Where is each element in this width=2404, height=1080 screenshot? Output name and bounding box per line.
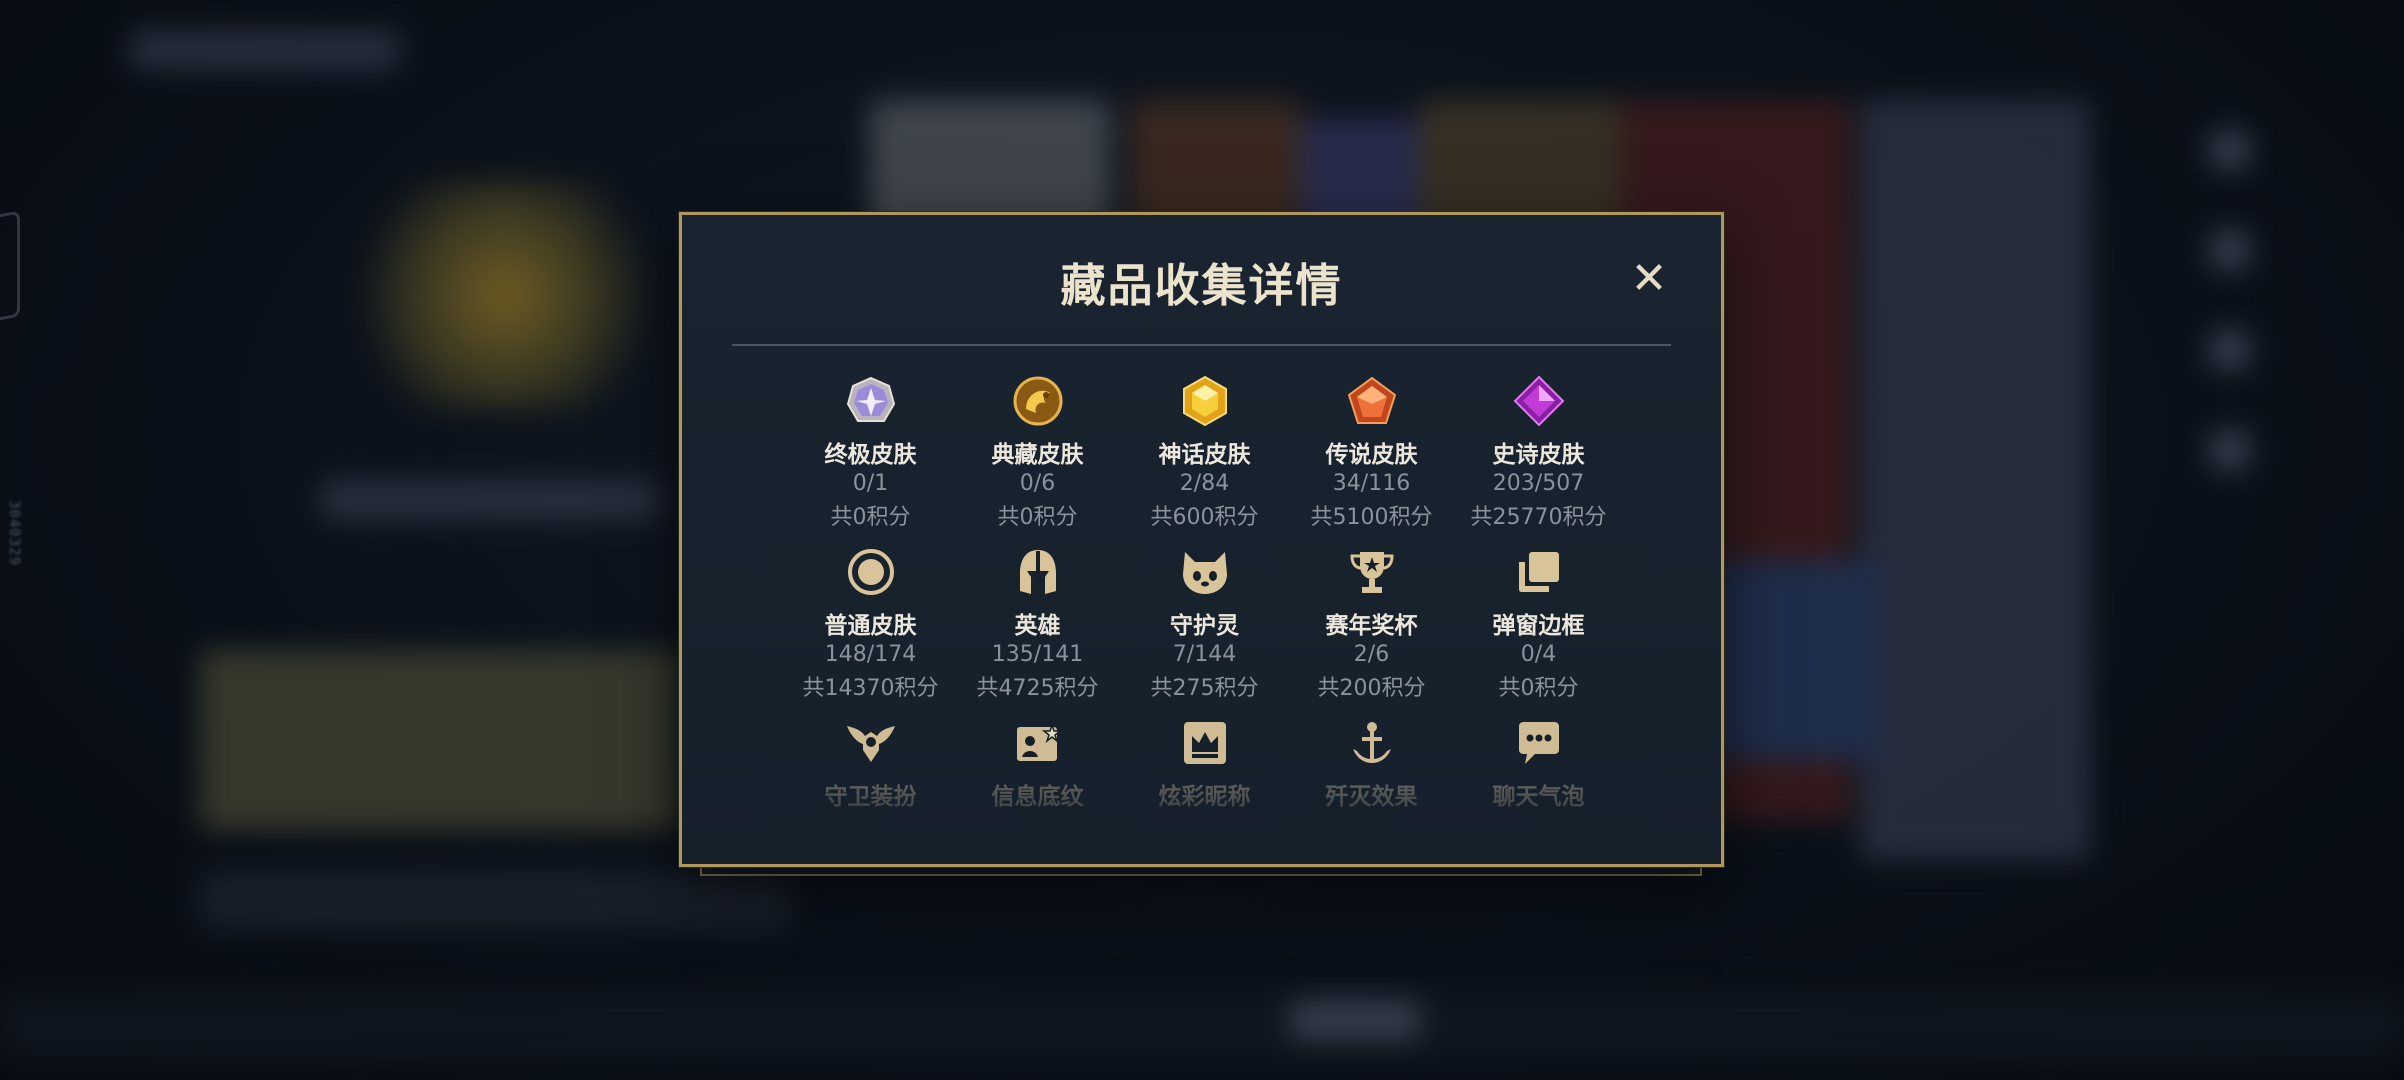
kill-effect-icon xyxy=(1344,715,1400,771)
item-label: 赛年奖杯 xyxy=(1325,613,1418,639)
collection-item[interactable]: 传说皮肤 34/116 共5100积分 xyxy=(1288,373,1455,531)
normal-skin-icon xyxy=(843,544,899,600)
nickname-crown-icon xyxy=(1177,715,1233,771)
item-count: 203/507 xyxy=(1492,471,1585,496)
item-label: 聊天气泡 xyxy=(1492,784,1585,810)
item-points: 共14370积分 xyxy=(802,676,939,701)
item-label: 弹窗边框 xyxy=(1492,613,1585,639)
item-count: 7/144 xyxy=(1172,642,1237,667)
collection-row: 普通皮肤 148/174 共14370积分 英雄 135/141 共4725积分 xyxy=(787,544,1622,702)
chat-bubble-icon xyxy=(1511,715,1567,771)
classic-skin-icon xyxy=(1010,373,1066,429)
left-edge-hex-tab xyxy=(0,210,20,326)
collection-grid: 终极皮肤 0/1 共0积分 典藏皮肤 0/6 共0积分 神话皮肤 2/84 共6… xyxy=(787,373,1622,824)
item-count: 0/6 xyxy=(1019,471,1056,496)
item-points: 共200积分 xyxy=(1317,676,1426,701)
collection-item[interactable]: 聊天气泡 xyxy=(1455,715,1622,811)
info-pattern-icon xyxy=(1010,715,1066,771)
collection-item[interactable]: 炫彩昵称 xyxy=(1121,715,1288,811)
side-id-text: 3040329 xyxy=(6,500,22,567)
modal-base-plate xyxy=(700,866,1702,876)
item-label: 信息底纹 xyxy=(991,784,1084,810)
item-points: 共0积分 xyxy=(830,505,911,530)
collection-item[interactable]: 弹窗边框 0/4 共0积分 xyxy=(1455,544,1622,702)
item-label: 普通皮肤 xyxy=(824,613,917,639)
collection-item[interactable]: 神话皮肤 2/84 共600积分 xyxy=(1121,373,1288,531)
item-count: 34/116 xyxy=(1332,471,1411,496)
item-points: 共0积分 xyxy=(997,505,1078,530)
guardian-spirit-icon xyxy=(1177,544,1233,600)
item-label: 英雄 xyxy=(1014,613,1061,639)
modal-title: 藏品收集详情 xyxy=(1060,259,1343,312)
collection-item[interactable]: 典藏皮肤 0/6 共0积分 xyxy=(954,373,1121,531)
collection-details-modal: 藏品收集详情 ✕ 终极皮肤 0/1 共0积分 典藏皮肤 0/6 共0积分 神话皮… xyxy=(679,212,1724,867)
item-count: 0/1 xyxy=(852,471,889,496)
legend-skin-icon xyxy=(1344,373,1400,429)
title-divider xyxy=(732,344,1671,346)
item-points: 共4725积分 xyxy=(976,676,1099,701)
item-points: 共275积分 xyxy=(1150,676,1259,701)
collection-item[interactable]: 赛年奖杯 2/6 共200积分 xyxy=(1288,544,1455,702)
item-label: 守卫装扮 xyxy=(824,784,917,810)
item-label: 传说皮肤 xyxy=(1325,442,1418,468)
item-points: 共5100积分 xyxy=(1310,505,1433,530)
collection-item[interactable]: 守护灵 7/144 共275积分 xyxy=(1121,544,1288,702)
item-count: 0/4 xyxy=(1520,642,1557,667)
item-count: 2/6 xyxy=(1353,642,1390,667)
item-points: 共600积分 xyxy=(1150,505,1259,530)
guardian-outfit-icon xyxy=(843,715,899,771)
item-label: 终极皮肤 xyxy=(824,442,917,468)
collection-item[interactable]: 普通皮肤 148/174 共14370积分 xyxy=(787,544,954,702)
item-points: 共0积分 xyxy=(1498,676,1579,701)
epic-skin-icon xyxy=(1511,373,1567,429)
item-count: 135/141 xyxy=(991,642,1084,667)
collection-row: 终极皮肤 0/1 共0积分 典藏皮肤 0/6 共0积分 神话皮肤 2/84 共6… xyxy=(787,373,1622,531)
item-label: 炫彩昵称 xyxy=(1158,784,1251,810)
close-button[interactable]: ✕ xyxy=(1625,255,1673,303)
item-count: 2/84 xyxy=(1179,471,1230,496)
collection-item[interactable]: 英雄 135/141 共4725积分 xyxy=(954,544,1121,702)
item-label: 歼灭效果 xyxy=(1325,784,1418,810)
item-label: 守护灵 xyxy=(1170,613,1239,639)
item-label: 神话皮肤 xyxy=(1158,442,1251,468)
collection-item[interactable]: 史诗皮肤 203/507 共25770积分 xyxy=(1455,373,1622,531)
item-label: 史诗皮肤 xyxy=(1492,442,1585,468)
collection-item[interactable]: 守卫装扮 xyxy=(787,715,954,811)
trophy-icon xyxy=(1344,544,1400,600)
myth-skin-icon xyxy=(1177,373,1233,429)
collection-item[interactable]: 信息底纹 xyxy=(954,715,1121,811)
item-points: 共25770积分 xyxy=(1470,505,1607,530)
collection-row: 守卫装扮 信息底纹 炫彩昵称 歼灭效果 聊天气泡 xyxy=(787,715,1622,811)
collection-item[interactable]: 歼灭效果 xyxy=(1288,715,1455,811)
hero-helmet-icon xyxy=(1010,544,1066,600)
item-count: 148/174 xyxy=(824,642,917,667)
item-label: 典藏皮肤 xyxy=(991,442,1084,468)
collection-item[interactable]: 终极皮肤 0/1 共0积分 xyxy=(787,373,954,531)
ultimate-skin-icon xyxy=(843,373,899,429)
popup-frame-icon xyxy=(1511,544,1567,600)
